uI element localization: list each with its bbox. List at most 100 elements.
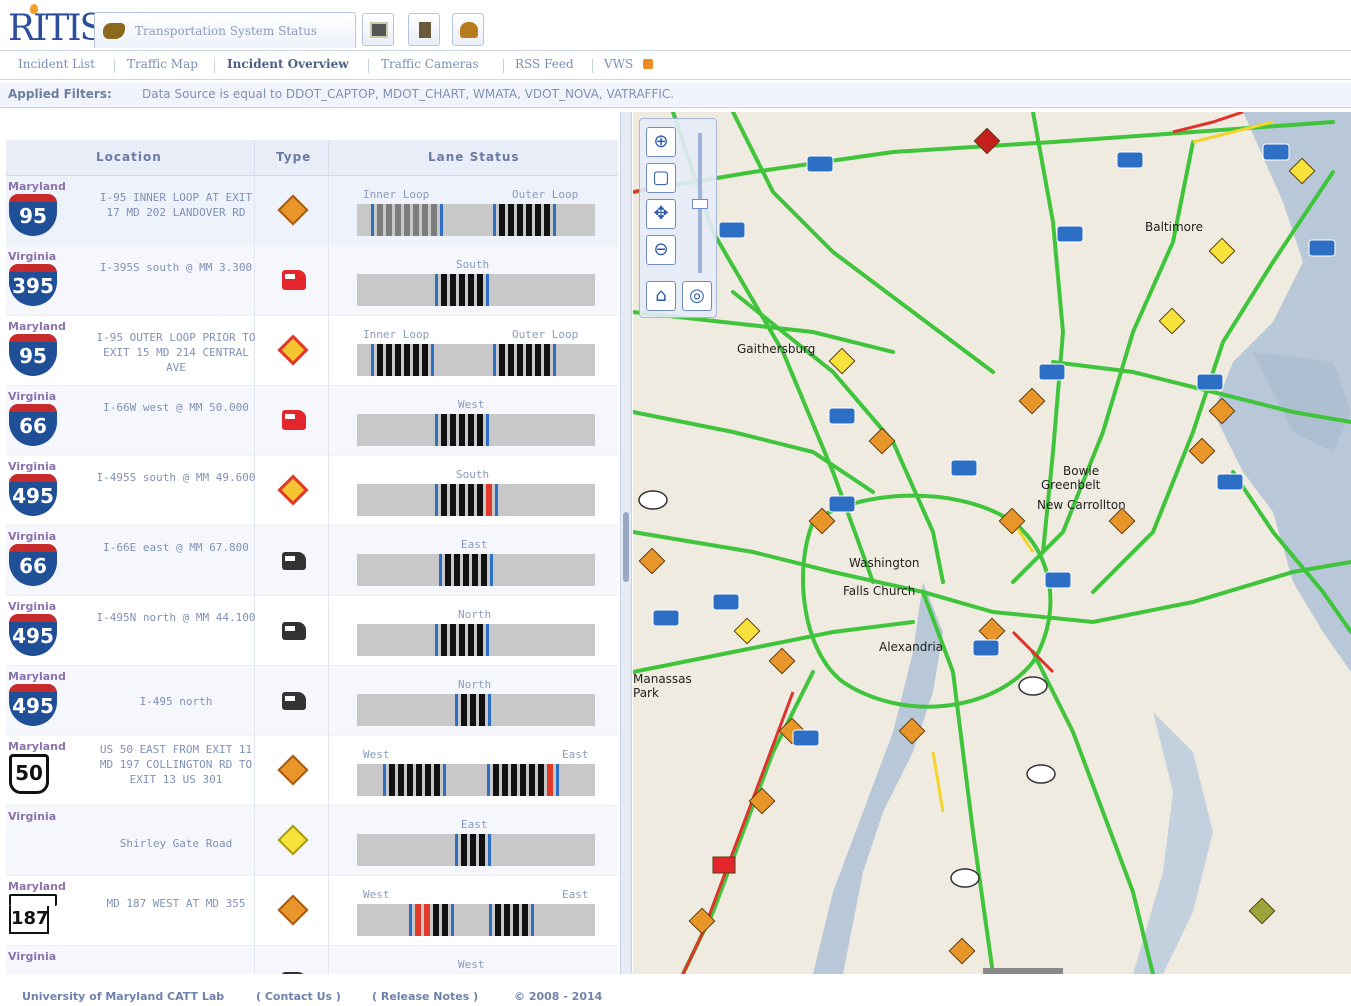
footer-org: University of Maryland CATT Lab [22, 990, 225, 1003]
table-row[interactable]: Virginia 495 I-495S south @ MM 49.600 So… [6, 456, 618, 526]
lane-status-diagram [357, 554, 595, 586]
route-number: 66 [9, 412, 57, 446]
interstate-shield: 95 [9, 194, 57, 236]
locate-icon[interactable]: ◎ [682, 281, 712, 311]
ritis-logo[interactable]: RITIS [8, 8, 104, 49]
nav-vws[interactable]: VWS [604, 57, 633, 71]
table-row[interactable]: Virginia West [6, 946, 618, 974]
nav-divider [592, 59, 593, 73]
dashboard-tab-button[interactable] [362, 13, 394, 46]
footer-release-notes-link[interactable]: ( Release Notes ) [372, 990, 478, 1003]
tab-transportation-system-status[interactable]: Transportation System Status [94, 12, 356, 48]
table-row[interactable]: Maryland 495 I-495 north North [6, 666, 618, 736]
panel-splitter[interactable] [620, 112, 632, 974]
lane-status-diagram [357, 904, 595, 936]
route-number: 395 [9, 272, 57, 306]
transit-tab-button[interactable] [452, 13, 484, 46]
route-number: 495 [9, 622, 57, 656]
splitter-handle[interactable] [623, 512, 629, 582]
ritis-app: RITIS Transportation System Status Incid… [0, 0, 1351, 1006]
state-label: Virginia [8, 950, 57, 963]
signs-tab-button[interactable] [408, 13, 440, 46]
column-divider [328, 386, 329, 456]
rss-icon[interactable] [643, 59, 653, 69]
column-header-type[interactable]: Type [276, 150, 311, 164]
table-row[interactable]: Virginia Shirley Gate Road East [6, 806, 618, 876]
home-icon[interactable]: ⌂ [646, 281, 676, 311]
applied-filters-bar: Applied Filters: Data Source is equal to… [0, 82, 1351, 108]
nav-incident-overview[interactable]: Incident Overview [227, 57, 349, 71]
incident-location: US 50 EAST FROM EXIT 11 MD 197 COLLINGTO… [99, 743, 253, 786]
state-label: Virginia [8, 460, 57, 473]
zoom-out-icon[interactable]: ⊖ [646, 235, 676, 265]
nav-incident-list[interactable]: Incident List [18, 57, 95, 71]
interstate-shield: 495 [9, 614, 57, 656]
zoom-box-icon[interactable]: ▢ [646, 163, 676, 193]
column-divider [328, 946, 329, 974]
column-divider [254, 526, 255, 596]
disabled-vehicle-icon [282, 552, 306, 570]
nav-divider [503, 59, 504, 73]
incident-location: Shirley Gate Road [119, 837, 233, 850]
nav-traffic-cameras[interactable]: Traffic Cameras [381, 57, 479, 71]
city-label-alexandria: Alexandria [879, 640, 944, 654]
lane-direction-label: Inner Loop [363, 328, 430, 341]
interstate-shield: 495 [9, 474, 57, 516]
nav-traffic-map[interactable]: Traffic Map [127, 57, 198, 71]
lane-status-diagram [357, 484, 595, 516]
footer-contact-link[interactable]: ( Contact Us ) [256, 990, 341, 1003]
column-header-lane-status[interactable]: Lane Status [428, 150, 520, 164]
nav-rss-feed[interactable]: RSS Feed [515, 57, 574, 71]
table-row[interactable]: Maryland 187 MD 187 WEST AT MD 355 West … [6, 876, 618, 946]
incident-location: I-95 INNER LOOP AT EXIT 17 MD 202 LANDOV… [99, 191, 253, 219]
lane-status-diagram [357, 834, 595, 866]
lane-direction-label: West [458, 958, 485, 971]
incident-location: MD 187 WEST AT MD 355 [106, 897, 246, 910]
city-label-bowie: Bowie [1063, 464, 1100, 478]
state-label: Maryland [8, 320, 66, 333]
zoom-in-icon[interactable]: ⊕ [646, 127, 676, 157]
table-header: Location Type Lane Status [6, 140, 618, 176]
city-label-gaithersburg: Gaithersburg [737, 342, 816, 356]
incident-location: I-495 north [139, 695, 213, 708]
pan-icon[interactable]: ✥ [646, 199, 676, 229]
table-row[interactable]: Virginia 395 I-395S south @ MM 3.300 Sou… [6, 246, 618, 316]
table-row[interactable]: Virginia 66 I-66W west @ MM 50.000 West [6, 386, 618, 456]
lane-direction-label: South [456, 468, 490, 481]
roadwork-diamond-icon [277, 894, 309, 926]
lane-status-diagram [357, 204, 595, 236]
incident-location: I-495N north @ MM 44.100 [96, 611, 256, 624]
interstate-shield: 395 [9, 264, 57, 306]
lane-direction-label: East [562, 748, 589, 761]
state-label: Virginia [8, 250, 57, 263]
table-row[interactable]: Maryland 95 I-95 INNER LOOP AT EXIT 17 M… [6, 176, 618, 246]
state-label: Virginia [8, 810, 57, 823]
zoom-slider-thumb[interactable] [692, 199, 708, 209]
nav-divider [368, 59, 369, 73]
column-divider [254, 946, 255, 974]
roadwork-diamond-icon [277, 754, 309, 786]
table-row[interactable]: Maryland 95 I-95 OUTER LOOP PRIOR TO EXI… [6, 316, 618, 386]
column-divider [328, 806, 329, 876]
city-label-washington: Washington [849, 556, 920, 570]
incident-location: I-95 OUTER LOOP PRIOR TO EXIT 15 MD 214 … [96, 331, 256, 374]
incident-table-panel: Location Type Lane Status Maryland 95 I-… [6, 112, 618, 974]
nav-divider [114, 59, 115, 73]
disabled-vehicle-icon [282, 692, 306, 710]
route-number: 66 [9, 552, 57, 586]
incident-location: I-66W west @ MM 50.000 [103, 401, 249, 414]
page-footer: University of Maryland CATT Lab ( Contac… [0, 980, 1351, 1006]
state-label: Virginia [8, 530, 57, 543]
map-scrollbar[interactable] [983, 968, 1063, 974]
incident-location: I-495S south @ MM 49.600 [96, 471, 256, 484]
traffic-map[interactable]: Baltimore Gaithersburg Bowie Greenbelt N… [633, 112, 1351, 974]
table-row[interactable]: Virginia 495 I-495N north @ MM 44.100 No… [6, 596, 618, 666]
column-divider [328, 666, 329, 736]
lane-direction-label: East [461, 538, 488, 551]
us-route-shield: 50 [9, 754, 57, 796]
table-row[interactable]: Maryland 50 US 50 EAST FROM EXIT 11 MD 1… [6, 736, 618, 806]
column-header-location[interactable]: Location [96, 150, 162, 164]
column-divider [328, 316, 329, 386]
table-row[interactable]: Virginia 66 I-66E east @ MM 67.800 East [6, 526, 618, 596]
disabled-vehicle-red-icon [282, 270, 306, 290]
